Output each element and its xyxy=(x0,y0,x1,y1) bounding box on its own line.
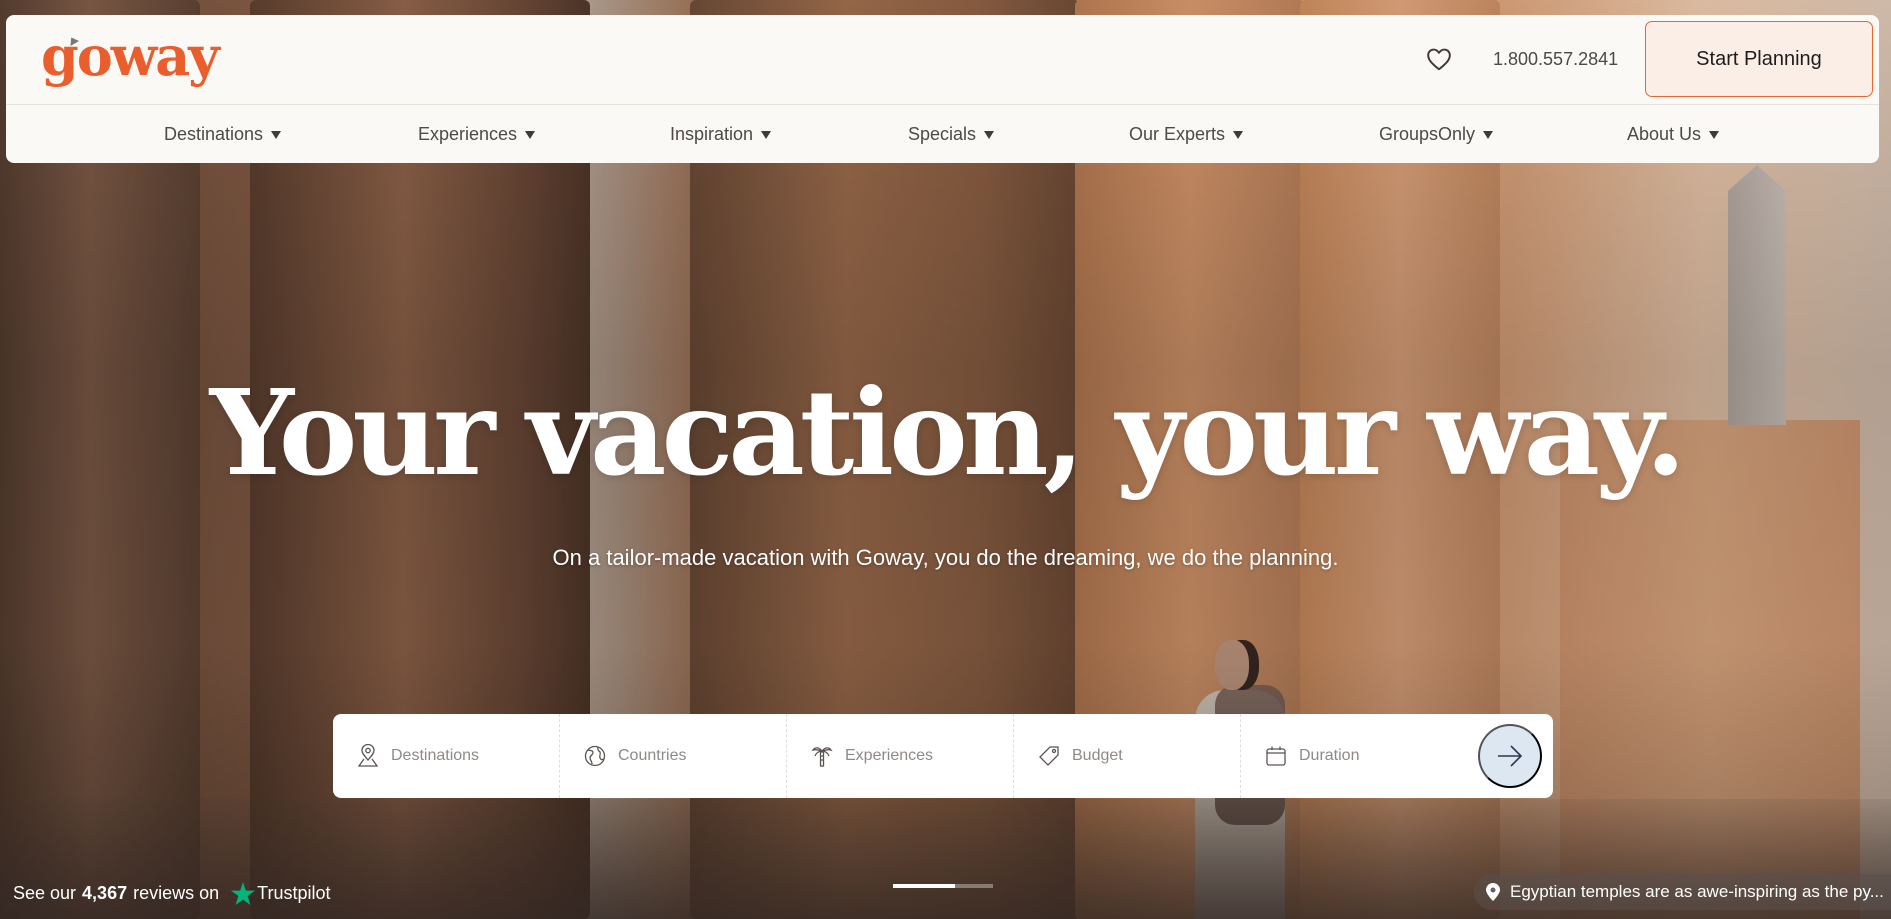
nav-item-label: Our Experts xyxy=(1129,124,1226,144)
caret-down-icon xyxy=(525,130,536,139)
carousel-progress-fill xyxy=(893,884,955,888)
search-submit-button[interactable] xyxy=(1478,724,1542,788)
heart-icon[interactable] xyxy=(1426,46,1452,72)
trustpilot-reviews-link[interactable]: See our 4,367 reviews on Trustpilot xyxy=(13,882,331,905)
caret-down-icon xyxy=(984,130,995,139)
nav-item-label: GroupsOnly xyxy=(1379,124,1476,144)
budget-label: Budget xyxy=(1072,747,1123,764)
photo-caption: Egyptian temples are as awe-inspiring as… xyxy=(1474,874,1891,910)
phone-number-link[interactable]: 1.800.557.2841 xyxy=(1493,49,1618,69)
nav-item-label: Specials xyxy=(908,124,977,144)
start-planning-button[interactable]: Start Planning xyxy=(1645,21,1873,97)
nav-item-groupsonly[interactable]: GroupsOnly xyxy=(1379,124,1494,145)
trustpilot-star-icon xyxy=(231,882,256,905)
nav-item-specials[interactable]: Specials xyxy=(908,124,995,145)
site-header: goway 1.800.557.2841 Start Planning Dest… xyxy=(6,15,1879,163)
reviews-prefix: See our xyxy=(13,883,77,903)
nav-item-label: Inspiration xyxy=(670,124,754,144)
caption-text: Egyptian temples are as awe-inspiring as… xyxy=(1510,882,1884,901)
duration-label: Duration xyxy=(1299,747,1360,764)
hero-headline: Your vacation, your way. xyxy=(209,363,1687,502)
budget-select[interactable]: Budget xyxy=(1014,714,1241,798)
header-top-bar: goway 1.800.557.2841 Start Planning xyxy=(6,15,1879,105)
price-tag-icon xyxy=(1039,746,1059,766)
hero-subtitle: On a tailor-made vacation with Goway, yo… xyxy=(552,545,1339,570)
countries-select[interactable]: Countries xyxy=(560,714,787,798)
caret-down-icon xyxy=(271,130,282,139)
countries-label: Countries xyxy=(618,747,687,764)
destinations-select[interactable]: Destinations xyxy=(333,714,560,798)
nav-item-label: About Us xyxy=(1627,124,1702,144)
trip-search-bar: Destinations Countries Experiences Budge… xyxy=(333,714,1553,798)
experiences-select[interactable]: Experiences xyxy=(787,714,1014,798)
globe-icon xyxy=(584,745,606,767)
caret-down-icon xyxy=(1233,130,1244,139)
location-pin-icon xyxy=(1486,883,1500,901)
reviews-count: 4,367 xyxy=(82,883,128,903)
nav-item-label: Experiences xyxy=(418,124,518,144)
arrow-right-icon xyxy=(1498,745,1523,767)
calendar-icon xyxy=(1266,746,1286,766)
nav-item-experiences[interactable]: Experiences xyxy=(418,124,536,145)
goway-logo[interactable]: goway xyxy=(41,29,220,83)
carousel-progress[interactable] xyxy=(893,884,993,888)
destinations-label: Destinations xyxy=(391,747,480,764)
palm-tree-icon xyxy=(811,747,833,767)
caret-down-icon xyxy=(761,130,772,139)
trustpilot-label: Trustpilot xyxy=(257,883,331,903)
nav-item-about-us[interactable]: About Us xyxy=(1627,124,1720,145)
caret-down-icon xyxy=(1483,130,1494,139)
map-pin-icon xyxy=(357,744,379,767)
nav-item-label: Destinations xyxy=(164,124,264,144)
nav-item-destinations[interactable]: Destinations xyxy=(164,124,282,145)
nav-item-inspiration[interactable]: Inspiration xyxy=(670,124,772,145)
caret-down-icon xyxy=(1709,130,1720,139)
trustpilot-brand: Trustpilot xyxy=(231,882,331,905)
reviews-suffix: reviews on xyxy=(133,883,220,903)
main-nav: Destinations Experiences Inspiration Spe… xyxy=(6,106,1879,163)
nav-item-our-experts[interactable]: Our Experts xyxy=(1129,124,1244,145)
experiences-label: Experiences xyxy=(845,747,934,764)
